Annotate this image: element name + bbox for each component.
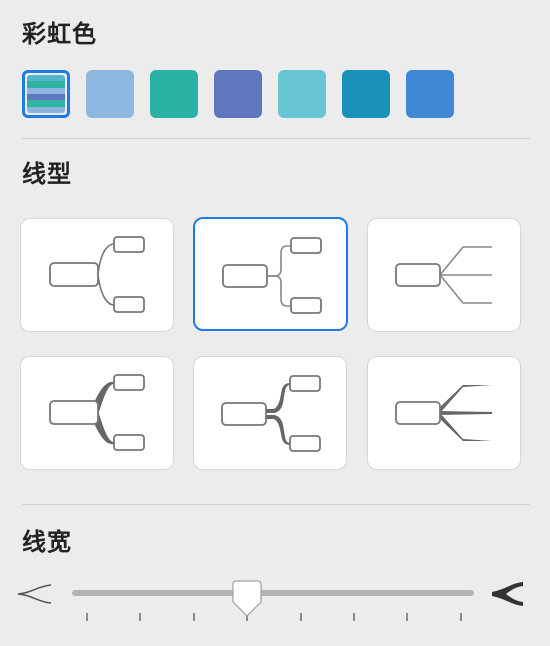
- slider-tick: [406, 613, 409, 621]
- slider-tick: [459, 613, 462, 621]
- line-width-slider-thumb[interactable]: [230, 580, 264, 620]
- curved-tapered-line-icon: [49, 374, 145, 451]
- color-swatch-row: [22, 70, 454, 118]
- line-type-curved[interactable]: [20, 218, 174, 332]
- thin-fork-icon: [17, 584, 52, 604]
- line-type-curved-tapered[interactable]: [20, 356, 174, 470]
- swatch-teal[interactable]: [150, 70, 198, 118]
- line-width-slider-track[interactable]: [72, 590, 474, 596]
- swatch-light-blue[interactable]: [86, 70, 134, 118]
- slider-tick: [86, 613, 88, 621]
- slider-tick: [353, 613, 355, 621]
- straight-fan-line-icon: [395, 246, 492, 304]
- swatch-blue[interactable]: [406, 70, 454, 118]
- divider: [22, 138, 530, 139]
- slider-tick: [299, 613, 302, 621]
- line-type-elbow-rounded[interactable]: [193, 217, 348, 331]
- straight-tapered-line-icon: [395, 385, 492, 441]
- curved-line-icon: [49, 236, 145, 313]
- divider: [22, 504, 530, 505]
- swatch-indigo[interactable]: [214, 70, 262, 118]
- swatch-rainbow[interactable]: [22, 70, 70, 118]
- line-type-straight-tapered[interactable]: [367, 356, 521, 470]
- thick-fork-icon: [492, 582, 523, 606]
- line-width-title: 线宽: [22, 528, 72, 556]
- slider-tick: [192, 613, 195, 621]
- elbow-tapered-line-icon: [221, 375, 321, 452]
- slider-tick: [139, 613, 142, 621]
- swatch-cyan[interactable]: [278, 70, 326, 118]
- line-type-straight-fan[interactable]: [367, 218, 521, 332]
- swatch-ocean-blue[interactable]: [342, 70, 390, 118]
- elbow-line-icon: [222, 237, 322, 314]
- line-type-elbow-tapered[interactable]: [193, 356, 347, 470]
- rainbow-color-title: 彩虹色: [22, 20, 97, 48]
- line-type-title: 线型: [22, 160, 72, 188]
